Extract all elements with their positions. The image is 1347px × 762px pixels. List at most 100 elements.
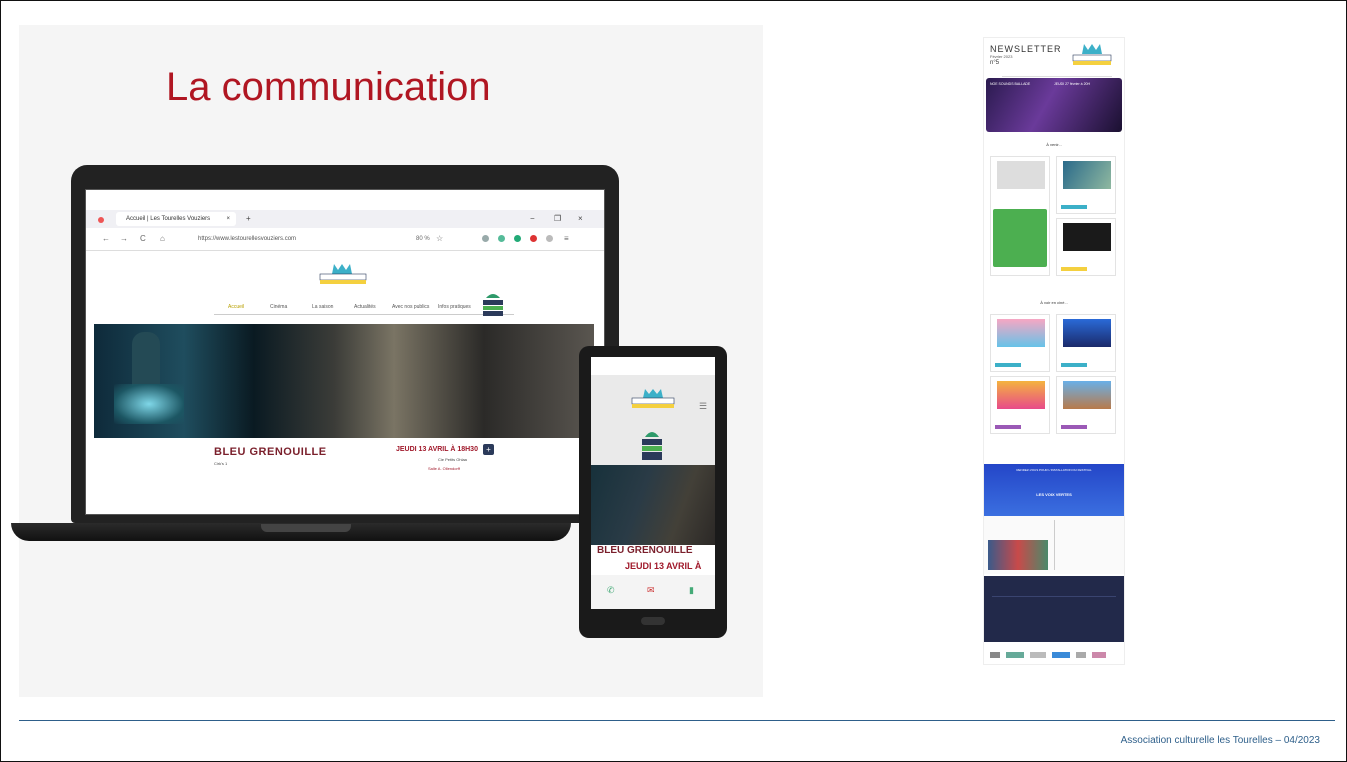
phone-call-icon[interactable]: ✆ <box>607 585 615 596</box>
card-button <box>1061 267 1087 271</box>
extension-icon[interactable] <box>482 235 489 242</box>
home-icon[interactable]: ⌂ <box>160 234 165 243</box>
newsletter-hero-right: JEUDI 27 février à 20H <box>1054 82 1090 86</box>
back-icon[interactable]: ← <box>102 234 110 243</box>
nav-item-infos[interactable]: Infos pratiques <box>438 304 471 310</box>
phone-home-button <box>641 617 665 625</box>
card-image <box>997 381 1045 409</box>
newsletter-number: n°5 <box>990 60 1000 66</box>
event-date: JEUDI 13 AVRIL À 18H30 <box>396 446 478 453</box>
section-a-voir: À voir en ciné... <box>1040 300 1068 305</box>
browser-tab-bar: Accueil | Les Tourelles Vouziers × + − ❐… <box>86 210 604 228</box>
browser-menu-icon[interactable] <box>98 217 104 223</box>
movie-card-1 <box>990 314 1050 372</box>
minimize-button[interactable]: − <box>530 214 535 223</box>
adblock-icon[interactable] <box>530 235 537 242</box>
section-a-venir: À venir... <box>1046 142 1062 147</box>
nav-item-cinema[interactable]: Cinéma <box>270 304 287 310</box>
browser-tab[interactable]: Accueil | Les Tourelles Vouziers × <box>116 212 236 226</box>
card-button <box>1061 205 1087 209</box>
newsletter: NEWSLETTER Février 2023 n°5 NOE SOUNDS B… <box>983 37 1125 665</box>
card-image <box>997 161 1045 189</box>
sponsor-logo <box>1092 652 1106 658</box>
hero-image <box>94 324 594 438</box>
tab-label: Accueil | Les Tourelles Vouziers <box>126 216 211 222</box>
voix-vertes-logo[interactable] <box>480 290 506 318</box>
newsletter-card-dark <box>1056 218 1116 276</box>
newsletter-two-columns <box>984 516 1124 574</box>
tab-close-icon[interactable]: × <box>226 212 230 226</box>
phone-screen: ☰ BLEU GRENOUILLE JEUDI 13 AVRIL À ✆ ✉ ▮ <box>591 357 715 609</box>
close-window-button[interactable]: × <box>578 214 583 223</box>
card-button <box>995 425 1021 429</box>
event-title[interactable]: BLEU GRENOUILLE <box>214 446 327 458</box>
site-nav: Accueil Cinéma La saison Actualités Avec… <box>214 302 514 315</box>
newsletter-hero <box>986 78 1122 132</box>
tourelles-logo[interactable] <box>316 262 370 286</box>
sponsor-logo <box>1076 652 1086 658</box>
newsletter-footer-block <box>984 576 1124 642</box>
slide-title: La communication <box>166 65 491 109</box>
new-tab-button[interactable]: + <box>246 214 251 223</box>
card-image <box>1063 319 1111 347</box>
slide-footer: Association culturelle les Tourelles – 0… <box>1120 735 1320 746</box>
event-venue: Salle A. Ollendorff <box>428 466 460 471</box>
extensions-menu-icon[interactable] <box>546 235 553 242</box>
event-company: Cie Petits Ohlaa <box>438 457 467 462</box>
hamburger-menu-icon[interactable]: ☰ <box>699 401 707 412</box>
sponsor-logos <box>984 648 1124 662</box>
card-image <box>1063 161 1111 189</box>
card-button <box>1061 363 1087 367</box>
map-icon[interactable]: ▮ <box>689 585 694 596</box>
phone-hero-image <box>591 465 715 545</box>
phone-tourelles-logo[interactable] <box>629 387 677 409</box>
phone-event-title[interactable]: BLEU GRENOUILLE <box>597 545 693 556</box>
card-image <box>997 319 1045 347</box>
banner-title: LES VOIX VERTES <box>1036 492 1072 497</box>
footer-divider <box>19 720 1335 721</box>
newsletter-hero-left: NOE SOUNDS BALLADE <box>990 82 1031 86</box>
sponsor-logo <box>990 652 1000 658</box>
banner-header: RENDEZ-VOUS POUR L'INSTALLATION DU FESTI… <box>1016 468 1092 472</box>
movie-card-3 <box>990 376 1050 434</box>
zoom-level[interactable]: 80 % <box>416 236 430 242</box>
phone-voix-logo <box>642 432 662 460</box>
column-photo <box>988 540 1048 570</box>
sponsor-logo <box>1052 652 1070 658</box>
sponsor-logo <box>1006 652 1024 658</box>
slide: La communication Accueil | Les Tourelles… <box>0 0 1347 762</box>
maximize-button[interactable]: ❐ <box>554 214 561 223</box>
forward-icon[interactable]: → <box>120 234 128 243</box>
movie-card-4 <box>1056 376 1116 434</box>
movie-card-2 <box>1056 314 1116 372</box>
newsletter-logo <box>1072 44 1112 65</box>
stage-light <box>114 384 184 424</box>
bookmark-star-icon[interactable]: ☆ <box>436 234 443 243</box>
newsletter-card-map <box>1056 156 1116 214</box>
phone-event-date: JEUDI 13 AVRIL À <box>625 561 702 571</box>
laptop-notch <box>261 524 351 532</box>
newsletter-heading: NEWSLETTER <box>990 44 1062 54</box>
newsletter-card-green <box>990 156 1050 276</box>
laptop-screen: Accueil | Les Tourelles Vouziers × + − ❐… <box>85 189 605 515</box>
event-more-button[interactable]: + <box>483 444 494 455</box>
sponsor-logo <box>1030 652 1046 658</box>
url-field[interactable]: https://www.lestourellesvouziers.com <box>198 233 438 246</box>
newsletter-festival-banner: RENDEZ-VOUS POUR L'INSTALLATION DU FESTI… <box>984 464 1124 516</box>
newsletter-date: Février 2023 <box>990 54 1013 59</box>
card-button <box>1061 425 1087 429</box>
reload-icon[interactable]: C <box>140 234 146 243</box>
nav-item-accueil[interactable]: Accueil <box>228 304 244 310</box>
extension-green-icon[interactable] <box>514 235 521 242</box>
app-menu-icon[interactable]: ≡ <box>564 234 569 243</box>
mail-icon[interactable]: ✉ <box>647 585 655 596</box>
card-image <box>1063 223 1111 251</box>
nav-item-saison[interactable]: La saison <box>312 304 333 310</box>
url-bar: ← → C ⌂ https://www.lestourellesvouziers… <box>86 230 604 251</box>
download-icon[interactable] <box>498 235 505 242</box>
nav-item-publics[interactable]: Avec nos publics <box>392 304 429 310</box>
newsletter-nav <box>1002 72 1112 77</box>
column-divider <box>1054 520 1055 570</box>
footer-heading <box>992 584 1116 597</box>
nav-item-actualites[interactable]: Actualités <box>354 304 376 310</box>
